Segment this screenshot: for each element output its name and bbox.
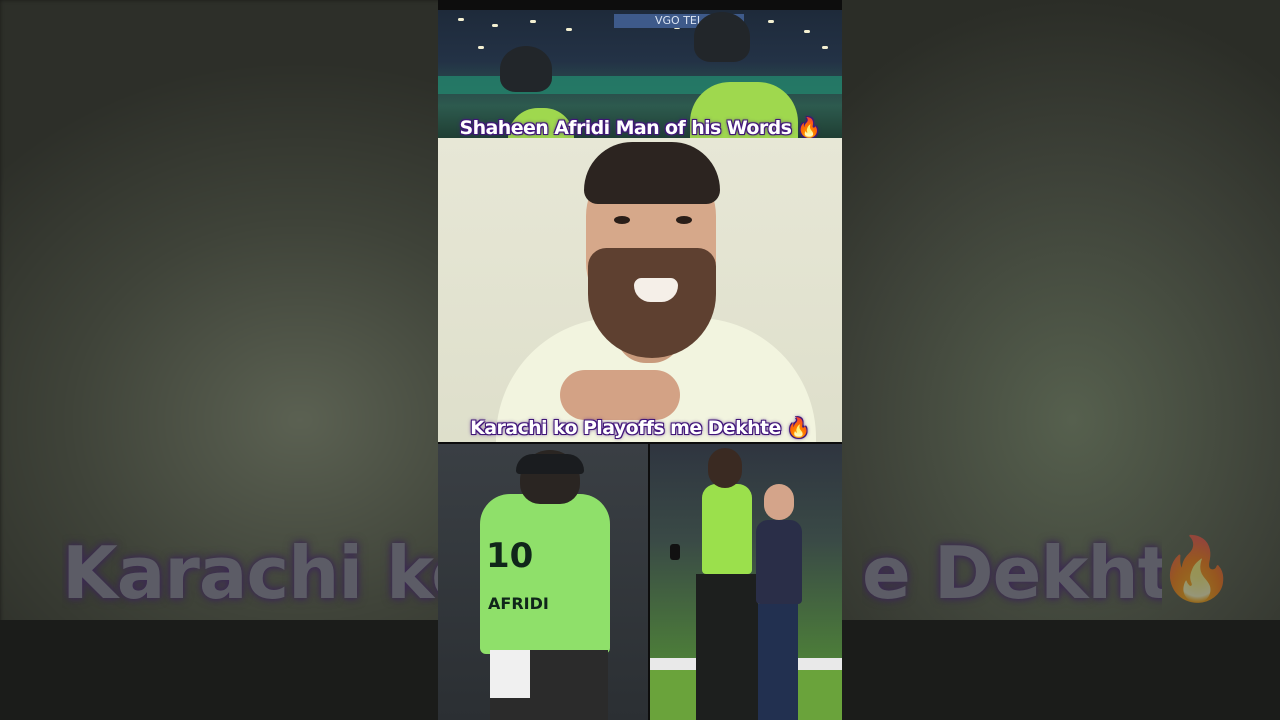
cap <box>516 454 584 474</box>
caption-mid: Karachi ko Playoffs me Dekhte 🔥 <box>438 416 842 439</box>
player-back-photo: 10 AFRIDI <box>438 444 648 720</box>
presenter-hand <box>560 370 680 420</box>
player-green-kit <box>702 484 752 574</box>
caption-top: Shaheen Afridi Man of his Words 🔥 <box>438 116 842 139</box>
background-caption-right: e Dekhte <box>862 531 1162 615</box>
player-navy-kit <box>756 520 802 604</box>
background-caption-left: Karachi ko <box>62 531 438 615</box>
presenter-eye-left <box>614 216 630 224</box>
caption-mid-text: Karachi ko Playoffs me Dekhte <box>470 417 781 439</box>
jersey-number: 10 <box>486 536 534 576</box>
player-navy-trousers <box>758 604 798 720</box>
presenter-video <box>438 138 842 442</box>
microphone-icon <box>670 544 680 560</box>
fire-icon: 🔥 <box>786 417 811 439</box>
player-green-head <box>708 448 742 488</box>
players-walking-photo <box>650 444 842 720</box>
caption-top-text: Shaheen Afridi Man of his Words <box>459 117 792 139</box>
towel <box>490 650 530 698</box>
presenter-eye-right <box>676 216 692 224</box>
player-green-trousers <box>696 574 758 720</box>
player-navy-head <box>764 484 794 520</box>
background-fire-icon: 🔥 <box>1158 532 1236 605</box>
helmet-left <box>500 46 552 92</box>
fire-icon: 🔥 <box>797 117 821 139</box>
presenter-hair <box>584 142 720 204</box>
video-frame[interactable]: VGO TEL Shaheen Afridi Man of his Words … <box>438 0 842 720</box>
jersey-name: AFRIDI <box>488 594 549 613</box>
helmet-right <box>694 12 750 62</box>
presenter-mouth <box>634 278 678 302</box>
